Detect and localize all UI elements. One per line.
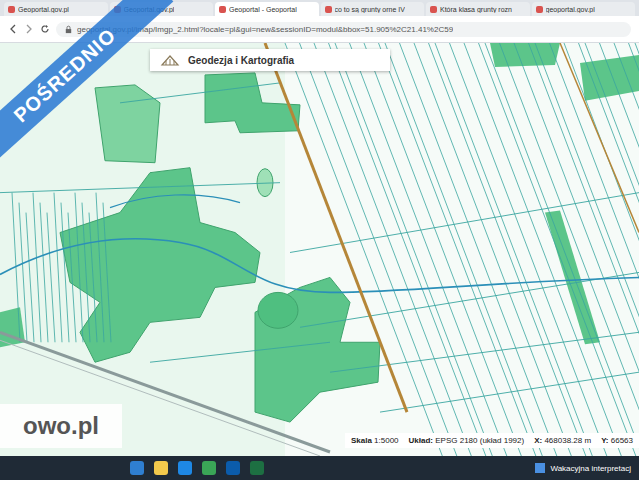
tab-label: Geoportal.gov.pl bbox=[18, 6, 69, 13]
browser-tab[interactable]: Geoportal - Geoportal bbox=[215, 2, 319, 16]
institution-logo-icon bbox=[160, 53, 180, 67]
browser-tab[interactable]: geoportal.gov.pl bbox=[532, 2, 636, 16]
taskbar: Wakacyjna interpretacj bbox=[0, 456, 639, 480]
taskbar-notification[interactable]: Wakacyjna interpretacj bbox=[535, 463, 631, 473]
scale-info: Skala 1:5000 bbox=[351, 436, 399, 445]
map-header-title: Geodezja i Kartografia bbox=[188, 55, 294, 66]
app-icon[interactable] bbox=[154, 461, 168, 475]
parcel-map[interactable] bbox=[0, 43, 639, 456]
taskbar-apps bbox=[130, 461, 264, 475]
y-coordinate: Y: 66563 bbox=[601, 436, 633, 445]
notification-text: Wakacyjna interpretacj bbox=[550, 464, 631, 473]
tab-label: Geoportal - Geoportal bbox=[229, 6, 297, 13]
scale-bar: Skala 1:5000 Układ: EPSG 2180 (układ 199… bbox=[345, 433, 639, 448]
browser-tab[interactable]: co to są grunty orne IV bbox=[321, 2, 425, 16]
reload-icon[interactable] bbox=[40, 24, 50, 34]
browser-tab[interactable]: Geoportal.gov.pl bbox=[4, 2, 108, 16]
favicon-icon bbox=[430, 6, 437, 13]
favicon-icon bbox=[325, 6, 332, 13]
map[interactable]: Geodezja i Kartografia Skala 1:5000 Ukła… bbox=[0, 43, 639, 456]
tab-label: co to są grunty orne IV bbox=[335, 6, 405, 13]
x-coordinate: X: 468038.28 m bbox=[534, 436, 591, 445]
app-icon[interactable] bbox=[226, 461, 240, 475]
tab-label: geoportal.gov.pl bbox=[546, 6, 595, 13]
favicon-icon bbox=[219, 6, 226, 13]
favicon-icon bbox=[536, 6, 543, 13]
favicon-icon bbox=[8, 6, 15, 13]
app-icon[interactable] bbox=[250, 461, 264, 475]
site-watermark: owo.pl bbox=[0, 404, 122, 448]
forward-icon[interactable] bbox=[24, 24, 34, 34]
map-header: Geodezja i Kartografia bbox=[150, 49, 390, 71]
lock-icon bbox=[64, 25, 73, 34]
browser-tab-strip: Geoportal.gov.pl Geoportal.gov.pl Geopor… bbox=[0, 0, 639, 16]
app-icon[interactable] bbox=[178, 461, 192, 475]
coordinate-system: Układ: EPSG 2180 (układ 1992) bbox=[409, 436, 525, 445]
screen: Geoportal.gov.pl Geoportal.gov.pl Geopor… bbox=[0, 0, 639, 480]
app-icon[interactable] bbox=[202, 461, 216, 475]
browser-tab[interactable]: Która klasa grunty rozn bbox=[426, 2, 530, 16]
tab-label: Która klasa grunty rozn bbox=[440, 6, 512, 13]
window-icon bbox=[535, 463, 545, 473]
back-icon[interactable] bbox=[8, 24, 18, 34]
site-text: owo.pl bbox=[23, 412, 99, 440]
app-icon[interactable] bbox=[130, 461, 144, 475]
